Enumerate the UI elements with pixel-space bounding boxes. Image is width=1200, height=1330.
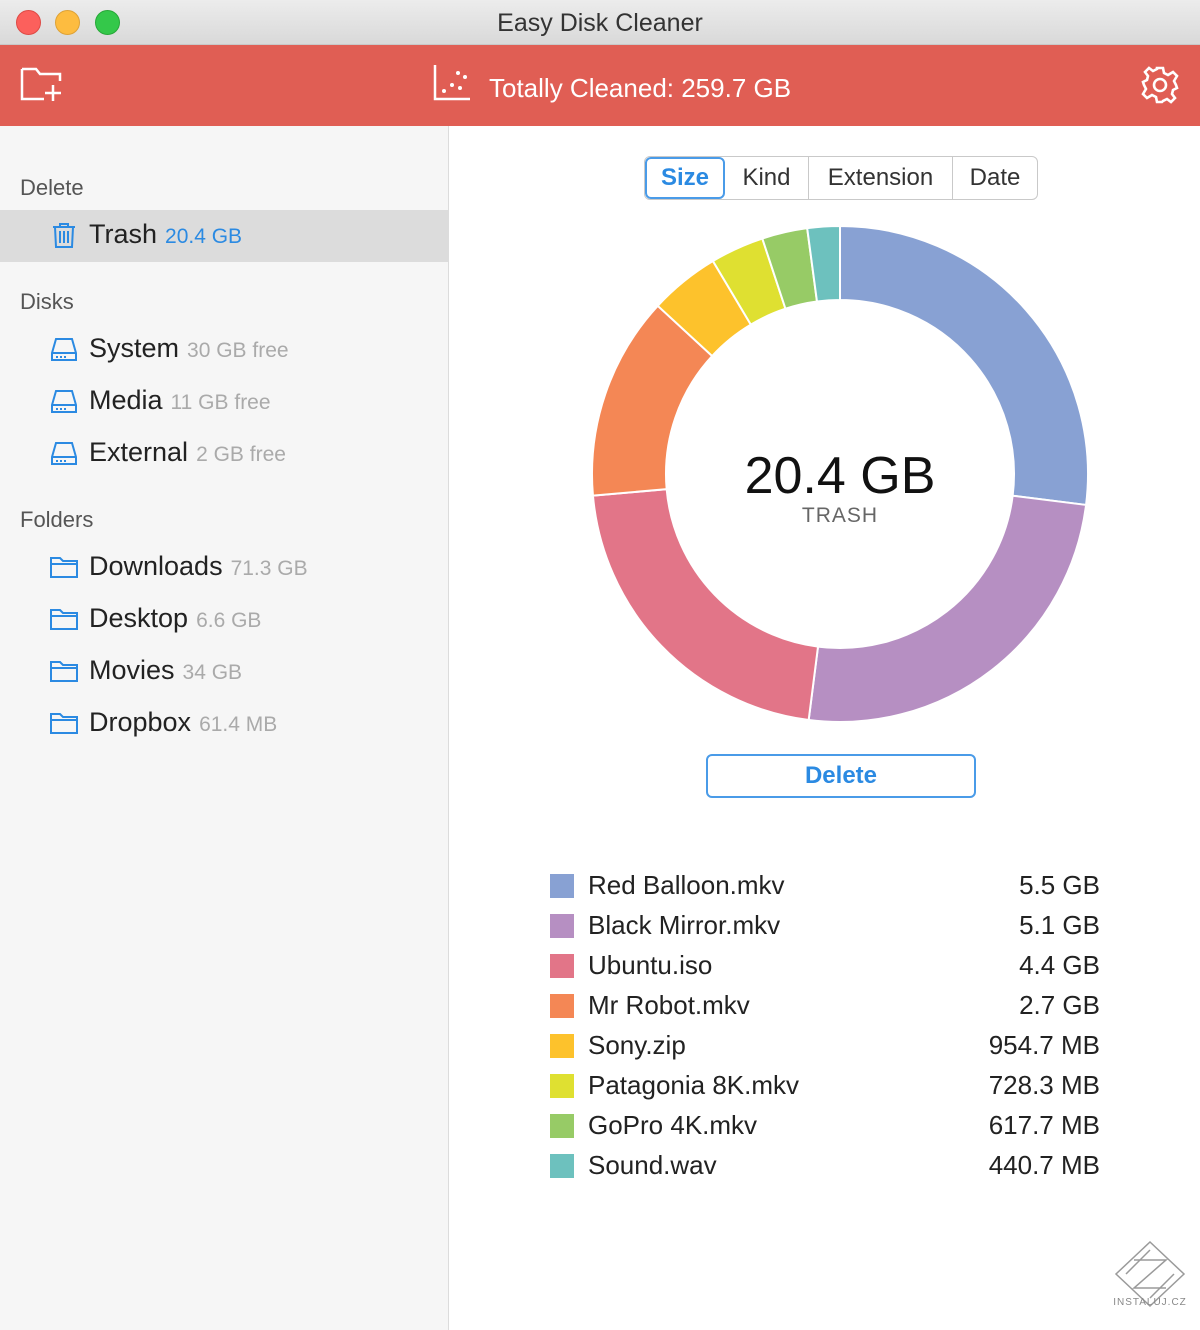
donut-slice-2[interactable] [807, 494, 1088, 723]
color-swatch [550, 1114, 574, 1138]
sidebar-item-free: 2 GB free [196, 443, 286, 466]
sidebar-item-size: 71.3 GB [230, 557, 308, 580]
file-size: 954.7 MB [988, 1030, 1100, 1060]
list-item[interactable]: Red Balloon.mkv 5.5 GB [550, 868, 1102, 908]
totally-cleaned-label: Totally Cleaned: 259.7 GB [489, 73, 792, 103]
gear-icon[interactable] [1140, 65, 1180, 105]
center-total: 20.4 GB [744, 447, 936, 505]
file-list: Red Balloon.mkv 5.5 GB Black Mirror.mkv 5.… [550, 868, 1102, 1188]
sidebar-item-external[interactable]: External 2 GB free [0, 428, 448, 480]
color-swatch [550, 874, 574, 898]
list-item[interactable]: Ubuntu.iso 4.4 GB [550, 948, 1102, 988]
sidebar-item-free: 30 GB free [187, 339, 289, 362]
sidebar: Delete Trash 20.4 GB Disks System 30 GB fr… [0, 126, 449, 1330]
color-swatch [550, 994, 574, 1018]
sidebar-item-label: Trash [89, 219, 158, 249]
file-name: Mr Robot.mkv [588, 990, 750, 1020]
sidebar-item-trash[interactable]: Trash 20.4 GB [0, 210, 448, 262]
color-swatch [550, 954, 574, 978]
watermark-text: INSTALUJ.CZ [1113, 1297, 1187, 1308]
sidebar-item-label: External [89, 437, 189, 467]
center-label: TRASH [801, 504, 879, 527]
folder-icon [50, 713, 78, 734]
sidebar-item-dropbox[interactable]: Dropbox 61.4 MB [0, 698, 448, 750]
file-name: Black Mirror.mkv [588, 910, 781, 940]
sidebar-item-desktop[interactable]: Desktop 6.6 GB [0, 594, 448, 646]
file-size: 5.5 GB [1019, 870, 1100, 900]
tab-size[interactable]: Size [645, 157, 725, 199]
file-name: Red Balloon.mkv [588, 870, 785, 900]
window-title: Easy Disk Cleaner [497, 9, 703, 37]
section-title-delete: Delete [20, 175, 84, 200]
tab-date[interactable]: Date [953, 157, 1037, 199]
list-item[interactable]: Patagonia 8K.mkv 728.3 MB [550, 1068, 1102, 1108]
list-item[interactable]: Black Mirror.mkv 5.1 GB [550, 908, 1102, 948]
disk-icon [51, 442, 77, 465]
sidebar-item-movies[interactable]: Movies 34 GB [0, 646, 448, 698]
file-size: 440.7 MB [988, 1150, 1100, 1180]
folder-icon [50, 609, 78, 630]
file-name: Patagonia 8K.mkv [588, 1070, 800, 1100]
tab-kind[interactable]: Kind [725, 157, 809, 199]
file-name: Sound.wav [588, 1150, 717, 1180]
sidebar-item-free: 11 GB free [170, 391, 271, 414]
disk-icon [51, 390, 77, 413]
list-item[interactable]: GoPro 4K.mkv 617.7 MB [550, 1108, 1102, 1148]
sidebar-item-size: 20.4 GB [165, 225, 243, 248]
folder-icon [50, 557, 78, 578]
folder-add-icon[interactable] [20, 63, 64, 103]
sidebar-item-label: Desktop [89, 603, 189, 633]
sidebar-item-label: Media [89, 385, 163, 415]
sidebar-item-system[interactable]: System 30 GB free [0, 324, 448, 376]
sidebar-item-media[interactable]: Media 11 GB free [0, 376, 448, 428]
color-swatch [550, 1074, 574, 1098]
color-swatch [550, 914, 574, 938]
toolbar: Totally Cleaned: 259.7 GB [0, 45, 1200, 126]
chart-icon [433, 65, 470, 101]
sidebar-item-size: 34 GB [182, 661, 243, 684]
sidebar-item-size: 61.4 MB [199, 713, 278, 736]
sidebar-item-size: 6.6 GB [196, 609, 262, 632]
disk-icon [51, 338, 77, 361]
main-panel: Size Kind Extension Date 20.4 GB TRASH D… [450, 126, 1200, 1330]
sidebar-item-label: Movies [89, 655, 175, 685]
list-item[interactable]: Sony.zip 954.7 MB [550, 1028, 1102, 1068]
sidebar-item-label: Dropbox [89, 707, 192, 737]
trash-icon [53, 223, 75, 248]
file-name: Ubuntu.iso [588, 950, 713, 980]
color-swatch [550, 1154, 574, 1178]
section-title-disks: Disks [20, 289, 74, 314]
file-size: 728.3 MB [988, 1070, 1100, 1100]
file-name: GoPro 4K.mkv [588, 1110, 758, 1140]
list-item[interactable]: Sound.wav 440.7 MB [550, 1148, 1102, 1188]
sidebar-item-label: Downloads [89, 551, 223, 581]
sidebar-item-downloads[interactable]: Downloads 71.3 GB [0, 542, 448, 594]
file-size: 2.7 GB [1019, 990, 1100, 1020]
title-bar: Easy Disk Cleaner [0, 0, 1200, 45]
folder-icon [50, 661, 78, 682]
sort-segmented-control: Size Kind Extension Date [644, 156, 1038, 200]
file-size: 5.1 GB [1019, 910, 1100, 940]
list-item[interactable]: Mr Robot.mkv 2.7 GB [550, 988, 1102, 1028]
tab-extension[interactable]: Extension [809, 157, 953, 199]
sidebar-item-label: System [89, 333, 180, 363]
section-title-folders: Folders [20, 507, 94, 532]
file-size: 4.4 GB [1019, 950, 1100, 980]
color-swatch [550, 1034, 574, 1058]
file-name: Sony.zip [588, 1030, 686, 1060]
file-size: 617.7 MB [988, 1110, 1100, 1140]
delete-button[interactable]: Delete [706, 754, 976, 798]
